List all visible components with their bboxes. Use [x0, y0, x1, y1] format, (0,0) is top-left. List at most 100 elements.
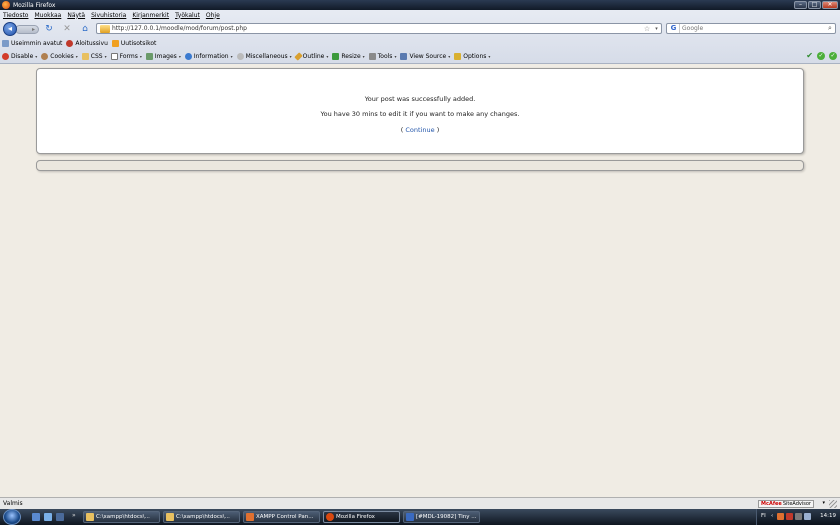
back-button[interactable]: ◂: [3, 22, 17, 36]
stop-icon[interactable]: ✕: [62, 24, 72, 34]
dev-menu-label: Disable: [11, 53, 34, 60]
outline-pencil-icon: [293, 52, 303, 61]
dev-images-menu[interactable]: Images ▾: [145, 53, 181, 60]
tray-expand-icon[interactable]: ‹: [771, 513, 773, 519]
most-visited-icon: [2, 40, 9, 47]
dev-menu-label: View Source: [409, 53, 447, 60]
site-identity-icon[interactable]: [100, 24, 110, 33]
taskbar-item-active[interactable]: Mozilla Firefox: [323, 511, 400, 523]
close-window-button[interactable]: ✕: [822, 1, 838, 9]
dev-tools-menu[interactable]: Tools ▾: [368, 53, 396, 60]
menu-tools[interactable]: Työkalut: [175, 12, 200, 19]
browser-tab-icon: [406, 513, 414, 521]
css-icon: [81, 53, 89, 60]
quicklaunch-more-icon[interactable]: »: [72, 512, 76, 519]
taskbar-item[interactable]: C:\xampp\htdocs\...: [83, 511, 160, 523]
search-input[interactable]: [680, 25, 825, 32]
bookmark-label: Aloitussivu: [75, 40, 108, 47]
start-button[interactable]: [3, 509, 21, 525]
dev-options-menu[interactable]: Options ▾: [454, 53, 490, 60]
cookie-icon: [41, 53, 49, 60]
information-icon: [184, 53, 192, 60]
siteadvisor-dropdown-icon[interactable]: ▾: [822, 500, 825, 506]
browser-chrome: Tiedosto Muokkaa Näytä Sivuhistoria Kirj…: [0, 10, 840, 64]
images-icon: [145, 53, 153, 60]
reload-icon[interactable]: ↻: [44, 24, 54, 34]
taskbar-item-label: C:\xampp\htdocs\...: [176, 514, 230, 520]
continue-link[interactable]: Continue: [405, 126, 434, 134]
taskbar-item-label: [#MDL-19082] Tiny ...: [416, 514, 477, 520]
firefox-icon: [326, 513, 334, 521]
css-valid-icon[interactable]: ✓: [817, 52, 825, 60]
chevron-down-icon: ▾: [289, 54, 292, 59]
dev-forms-menu[interactable]: Forms ▾: [110, 53, 142, 60]
search-icon[interactable]: ⌕: [825, 24, 835, 33]
chevron-down-icon: ▾: [326, 54, 329, 59]
dev-menu-label: Tools: [377, 53, 393, 60]
dev-miscellaneous-menu[interactable]: Miscellaneous ▾: [236, 53, 292, 60]
js-valid-icon[interactable]: ✓: [829, 52, 837, 60]
clock[interactable]: 14:19: [820, 513, 836, 519]
dev-menu-label: Images: [154, 53, 177, 60]
quicklaunch-switch-windows-icon[interactable]: [44, 513, 52, 521]
dev-information-menu[interactable]: Information ▾: [184, 53, 233, 60]
resize-grip-icon[interactable]: [829, 500, 837, 508]
getting-started-icon: [66, 40, 74, 47]
checkmark-icon[interactable]: ✔: [806, 52, 813, 60]
dev-outline-menu[interactable]: Outline ▾: [293, 52, 329, 61]
dev-menu-label: Miscellaneous: [245, 53, 288, 60]
quicklaunch-desktop-icon[interactable]: [32, 513, 40, 521]
dev-menu-label: Forms: [119, 53, 138, 60]
menu-file[interactable]: Tiedosto: [3, 12, 28, 19]
menu-edit[interactable]: Muokkaa: [34, 12, 61, 19]
menu-help[interactable]: Ohje: [206, 12, 220, 19]
dev-view-source-menu[interactable]: View Source ▾: [400, 53, 450, 60]
language-indicator[interactable]: FI: [761, 513, 766, 519]
mcafee-siteadvisor-button[interactable]: McAfee SiteAdvisor: [758, 500, 814, 508]
menu-history[interactable]: Sivuhistoria: [91, 12, 126, 19]
bookmark-star-icon[interactable]: ☆: [642, 25, 652, 33]
continue-open-paren: (: [400, 126, 404, 134]
dev-menu-label: Options: [463, 53, 487, 60]
bookmark-most-visited[interactable]: Useimmin avatut: [2, 40, 62, 47]
maximize-button[interactable]: □: [808, 1, 821, 9]
tray-volume-icon[interactable]: [804, 513, 811, 520]
url-bar[interactable]: http://127.0.0.1/moodle/mod/forum/post.p…: [96, 23, 662, 34]
minimize-button[interactable]: –: [794, 1, 807, 9]
quicklaunch-browser-icon[interactable]: [56, 513, 64, 521]
tray-xampp-icon[interactable]: [777, 513, 784, 520]
taskbar-item[interactable]: C:\xampp\htdocs\...: [163, 511, 240, 523]
bookmark-label: Uutisotsikot: [120, 40, 157, 47]
firefox-logo-icon: [2, 1, 10, 9]
chevron-down-icon: ▾: [178, 54, 181, 59]
dev-cookies-menu[interactable]: Cookies ▾: [41, 53, 78, 60]
tray-mcafee-icon[interactable]: [786, 513, 793, 520]
taskbar-item[interactable]: [#MDL-19082] Tiny ...: [403, 511, 480, 523]
disable-icon: [2, 53, 9, 60]
bookmark-latest-headlines[interactable]: Uutisotsikot: [111, 40, 157, 47]
url-dropdown-icon[interactable]: ▾: [652, 26, 661, 32]
navigation-toolbar: ▸ ◂ ↻ ✕ ⌂ http://127.0.0.1/moodle/mod/fo…: [0, 20, 840, 37]
success-message: Your post was successfully added.: [364, 95, 476, 103]
menu-view[interactable]: Näytä: [67, 12, 85, 19]
taskbar-item[interactable]: XAMPP Control Pan...: [243, 511, 320, 523]
search-bar[interactable]: G ⌕: [666, 23, 836, 34]
url-text[interactable]: http://127.0.0.1/moodle/mod/forum/post.p…: [112, 25, 642, 32]
chevron-down-icon: ▾: [104, 54, 107, 59]
tray-network-icon[interactable]: [795, 513, 802, 520]
dev-css-menu[interactable]: CSS ▾: [81, 53, 107, 60]
bookmark-label: Useimmin avatut: [11, 40, 63, 47]
page-footer-box: [36, 160, 804, 171]
view-source-icon: [400, 53, 408, 60]
window-title: Mozilla Firefox: [13, 1, 56, 9]
bookmark-getting-started[interactable]: Aloitussivu: [66, 40, 108, 47]
windows-taskbar: » C:\xampp\htdocs\... C:\xampp\htdocs\..…: [0, 509, 840, 525]
menu-bookmarks[interactable]: Kirjanmerkit: [132, 12, 169, 19]
google-search-engine-icon[interactable]: G: [668, 24, 680, 33]
chevron-down-icon: ▾: [75, 54, 78, 59]
dev-resize-menu[interactable]: Resize ▾: [332, 53, 365, 60]
dev-disable-menu[interactable]: Disable ▾: [2, 53, 37, 60]
taskbar-item-label: XAMPP Control Pan...: [256, 514, 314, 520]
forward-button[interactable]: ▸: [15, 25, 39, 34]
home-icon[interactable]: ⌂: [80, 24, 90, 34]
